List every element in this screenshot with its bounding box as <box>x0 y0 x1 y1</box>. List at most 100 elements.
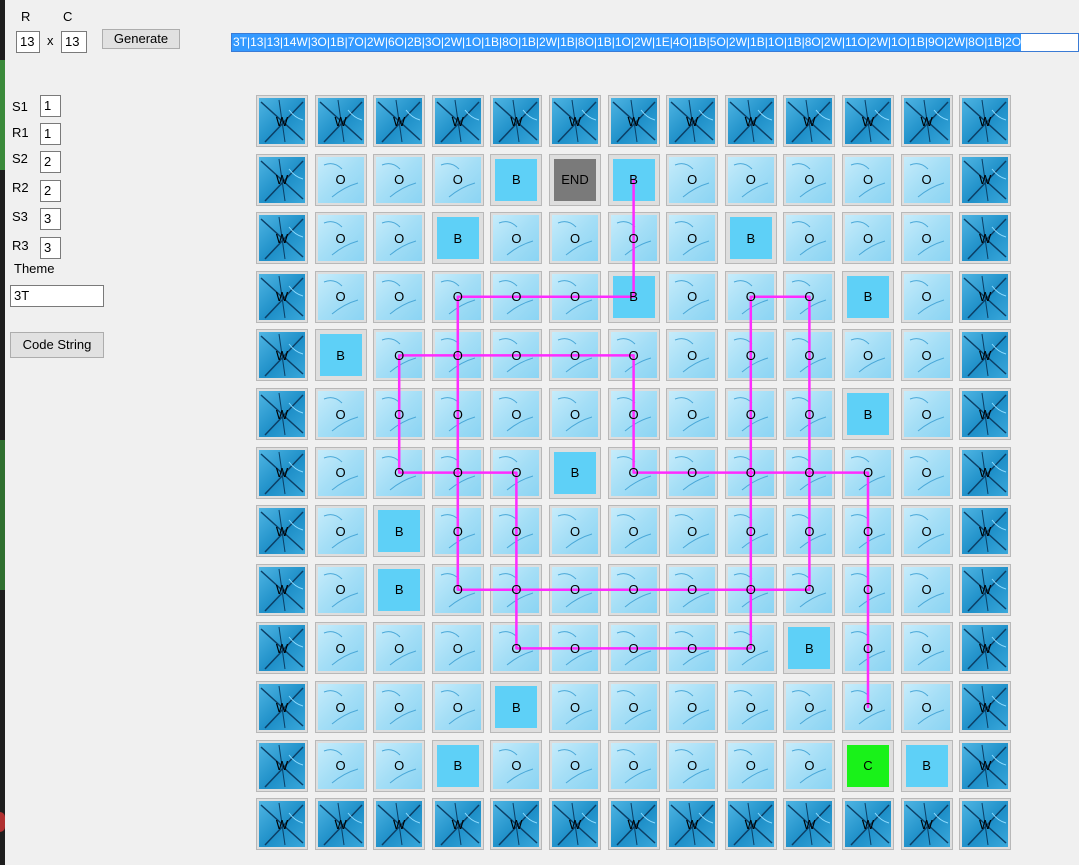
grid-cell-open[interactable]: O <box>900 388 953 440</box>
grid-cell-open[interactable]: O <box>607 681 660 733</box>
grid-cell-open[interactable]: O <box>431 505 484 558</box>
grid-cell-wall[interactable]: W <box>959 388 1012 440</box>
grid-cell-open[interactable]: O <box>783 681 836 733</box>
grid-cell-wall[interactable]: W <box>256 798 308 851</box>
grid-cell-open[interactable]: O <box>666 681 719 733</box>
grid-cell-block[interactable]: B <box>783 622 836 675</box>
grid-cell-open[interactable]: O <box>900 563 953 616</box>
grid-cell-open[interactable]: O <box>373 212 426 265</box>
grid-cell-open[interactable]: O <box>549 212 601 265</box>
grid-cell-open[interactable]: O <box>431 446 484 499</box>
grid-cell-open[interactable]: O <box>900 212 953 265</box>
grid-cell-open[interactable]: O <box>373 622 426 675</box>
grid-cell-open[interactable]: O <box>724 388 777 440</box>
grid-cell-wall[interactable]: W <box>724 95 777 147</box>
grid-cell-open[interactable]: O <box>607 622 660 675</box>
grid-cell-open[interactable]: O <box>666 153 719 206</box>
grid-cell-wall[interactable]: W <box>314 95 367 147</box>
grid-cell-wall[interactable]: W <box>959 329 1012 382</box>
grid-cell-open[interactable]: O <box>490 446 543 499</box>
grid-cell-wall[interactable]: W <box>959 798 1012 851</box>
grid-cell-open[interactable]: O <box>607 446 660 499</box>
theme-input[interactable]: 3T <box>10 285 104 307</box>
grid-cell-wall[interactable]: W <box>490 798 543 851</box>
grid-cell-open[interactable]: O <box>490 739 543 792</box>
grid-cell-open[interactable]: O <box>666 329 719 382</box>
grid-cell-open[interactable]: O <box>607 505 660 558</box>
code-string-button[interactable]: Code String <box>10 332 104 358</box>
grid-cell-block[interactable]: B <box>724 212 777 265</box>
grid-cell-block[interactable]: B <box>842 388 894 440</box>
grid-cell-open[interactable]: O <box>549 505 601 558</box>
grid-cell-open[interactable]: O <box>842 563 894 616</box>
grid-cell-open[interactable]: O <box>373 270 426 323</box>
grid-cell-block[interactable]: B <box>607 153 660 206</box>
grid-cell-open[interactable]: O <box>900 446 953 499</box>
grid-cell-open[interactable]: O <box>666 270 719 323</box>
grid-cell-open[interactable]: O <box>900 622 953 675</box>
s2-input[interactable]: 2 <box>40 151 61 173</box>
grid-cell-open[interactable]: O <box>724 681 777 733</box>
grid-cell-wall[interactable]: W <box>373 95 426 147</box>
grid-cell-wall[interactable]: W <box>900 798 953 851</box>
grid-cell-open[interactable]: O <box>724 739 777 792</box>
grid-cell-wall[interactable]: W <box>900 95 953 147</box>
grid-cell-open[interactable]: O <box>842 329 894 382</box>
grid-cell-open[interactable]: O <box>666 739 719 792</box>
grid-cell-end[interactable]: END <box>549 153 601 206</box>
grid-cell-open[interactable]: O <box>900 681 953 733</box>
grid-cell-wall[interactable]: W <box>959 563 1012 616</box>
grid-cell-open[interactable]: O <box>783 270 836 323</box>
grid-cell-wall[interactable]: W <box>256 388 308 440</box>
grid-cell-wall[interactable]: W <box>373 798 426 851</box>
grid-cell-open[interactable]: O <box>490 563 543 616</box>
grid-cell-open[interactable]: O <box>666 563 719 616</box>
grid-cell-wall[interactable]: W <box>959 270 1012 323</box>
grid-cell-open[interactable]: O <box>842 505 894 558</box>
grid-cell-open[interactable]: O <box>431 153 484 206</box>
grid-cell-block[interactable]: B <box>431 739 484 792</box>
grid-cell-block[interactable]: B <box>842 270 894 323</box>
grid-cell-open[interactable]: O <box>783 563 836 616</box>
grid-cell-wall[interactable]: W <box>256 739 308 792</box>
r3-input[interactable]: 3 <box>40 237 61 259</box>
grid-cell-open[interactable]: O <box>900 329 953 382</box>
grid-cell-open[interactable]: O <box>373 329 426 382</box>
grid-cell-open[interactable]: O <box>842 212 894 265</box>
grid-cell-wall[interactable]: W <box>256 563 308 616</box>
grid-cell-wall[interactable]: W <box>783 95 836 147</box>
grid-cell-wall[interactable]: W <box>607 798 660 851</box>
grid-cell-open[interactable]: O <box>490 505 543 558</box>
grid-cell-open[interactable]: O <box>549 388 601 440</box>
grid-cell-wall[interactable]: W <box>959 212 1012 265</box>
grid-cell-open[interactable]: O <box>666 446 719 499</box>
grid-cell-open[interactable]: O <box>900 153 953 206</box>
grid-cell-wall[interactable]: W <box>256 505 308 558</box>
grid-cell-wall[interactable]: W <box>666 95 719 147</box>
grid-cell-wall[interactable]: W <box>431 95 484 147</box>
s1-input[interactable]: 1 <box>40 95 61 117</box>
grid-cell-wall[interactable]: W <box>256 681 308 733</box>
grid-cell-wall[interactable]: W <box>607 95 660 147</box>
grid-cell-open[interactable]: O <box>607 212 660 265</box>
grid-cell-wall[interactable]: W <box>490 95 543 147</box>
grid-cell-open[interactable]: O <box>549 563 601 616</box>
grid-cell-open[interactable]: O <box>549 270 601 323</box>
grid-cell-open[interactable]: O <box>490 270 543 323</box>
grid-cell-wall[interactable]: W <box>959 739 1012 792</box>
grid-cell-wall[interactable]: W <box>783 798 836 851</box>
grid-cell-open[interactable]: O <box>666 388 719 440</box>
grid-cell-wall[interactable]: W <box>842 95 894 147</box>
grid-cell-open[interactable]: O <box>724 505 777 558</box>
grid-cell-block[interactable]: B <box>607 270 660 323</box>
r1-input[interactable]: 1 <box>40 123 61 145</box>
grid-cell-open[interactable]: O <box>490 622 543 675</box>
grid-cell-open[interactable]: O <box>431 681 484 733</box>
grid-cell-open[interactable]: O <box>724 153 777 206</box>
grid-cell-block[interactable]: B <box>373 563 426 616</box>
cols-input[interactable]: 13 <box>61 31 87 53</box>
r2-input[interactable]: 2 <box>40 180 61 202</box>
grid-cell-wall[interactable]: W <box>256 622 308 675</box>
grid-cell-open[interactable]: O <box>314 563 367 616</box>
grid-cell-open[interactable]: O <box>783 739 836 792</box>
